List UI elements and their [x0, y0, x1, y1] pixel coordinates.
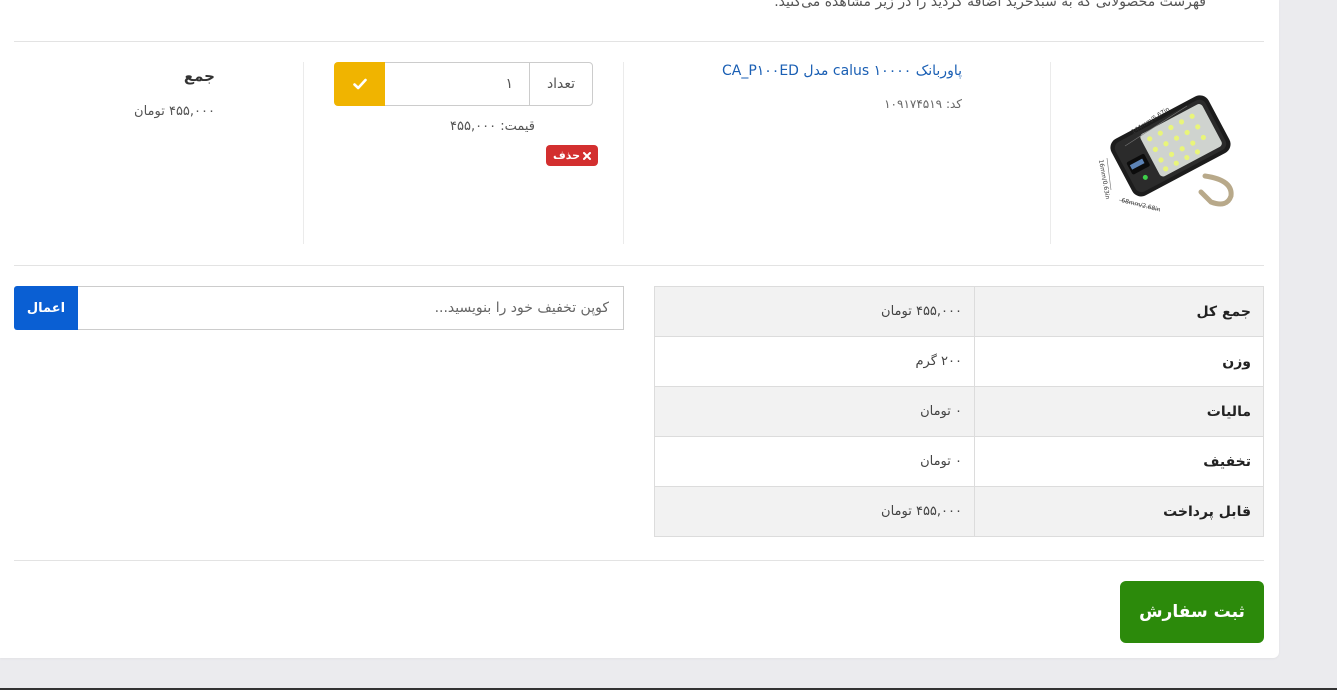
totals-value: ۲۰۰ گرم	[654, 336, 975, 387]
submit-order-button[interactable]: ثبت سفارش	[1120, 581, 1264, 643]
cart-card: فهرست محصولاتی که به سبدخرید اضافه کردید…	[0, 0, 1279, 658]
check-icon	[352, 78, 367, 90]
coupon-group: اعمال	[14, 286, 624, 330]
table-row: تخفیف ۰ تومان	[654, 436, 1264, 487]
column-divider	[623, 62, 624, 244]
totals-value: ۴۵۵,۰۰۰ تومان	[654, 286, 975, 337]
quantity-group: تعداد	[334, 62, 593, 106]
totals-value: ۴۵۵,۰۰۰ تومان	[654, 486, 975, 537]
column-divider	[303, 62, 304, 244]
column-divider	[1050, 62, 1051, 244]
totals-label: وزن	[974, 336, 1264, 387]
line-sum-value: ۴۵۵,۰۰۰ تومان	[134, 104, 215, 119]
coupon-input[interactable]	[78, 286, 624, 330]
product-image-height-label: 68mm/2.68in	[1121, 197, 1162, 214]
table-row: قابل پرداخت ۴۵۵,۰۰۰ تومان	[654, 486, 1264, 537]
product-code: کد: ۱۰۹۱۷۴۵۱۹	[884, 97, 962, 111]
delete-item-button[interactable]: حذف	[546, 145, 599, 166]
apply-coupon-button[interactable]: اعمال	[14, 286, 78, 330]
totals-value: ۰ تومان	[654, 436, 975, 487]
table-row: جمع کل ۴۵۵,۰۰۰ تومان	[654, 286, 1264, 337]
quantity-label: تعداد	[529, 62, 593, 106]
delete-label: حذف	[553, 149, 581, 162]
cart-intro-text: فهرست محصولاتی که به سبدخرید اضافه کردید…	[774, 0, 1206, 10]
table-row: وزن ۲۰۰ گرم	[654, 336, 1264, 387]
totals-label: جمع کل	[974, 286, 1264, 337]
totals-value: ۰ تومان	[654, 386, 975, 437]
update-quantity-button[interactable]	[334, 62, 385, 106]
divider-middle	[14, 265, 1264, 266]
line-sum-label: جمع	[183, 67, 215, 85]
table-row: مالیات ۰ تومان	[654, 386, 1264, 437]
times-icon	[583, 151, 592, 160]
divider-bottom	[14, 560, 1264, 561]
product-image-depth-label: 16mm/0.63in	[1097, 159, 1111, 200]
quantity-input[interactable]	[385, 62, 529, 106]
totals-label: تخفیف	[974, 436, 1264, 487]
totals-label: قابل پرداخت	[974, 486, 1264, 537]
unit-price: قیمت: ۴۵۵,۰۰۰	[450, 119, 535, 134]
divider-top	[14, 41, 1264, 42]
totals-label: مالیات	[974, 386, 1264, 437]
product-title-link[interactable]: پاوربانک calus ۱۰۰۰۰ مدل CA_P۱۰۰ED	[722, 63, 962, 79]
product-image[interactable]: 144mm/5.67in 16mm/0.63in 68mm/2.68in	[1093, 84, 1243, 224]
totals-table: جمع کل ۴۵۵,۰۰۰ تومان وزن ۲۰۰ گرم مالیات …	[654, 286, 1264, 537]
